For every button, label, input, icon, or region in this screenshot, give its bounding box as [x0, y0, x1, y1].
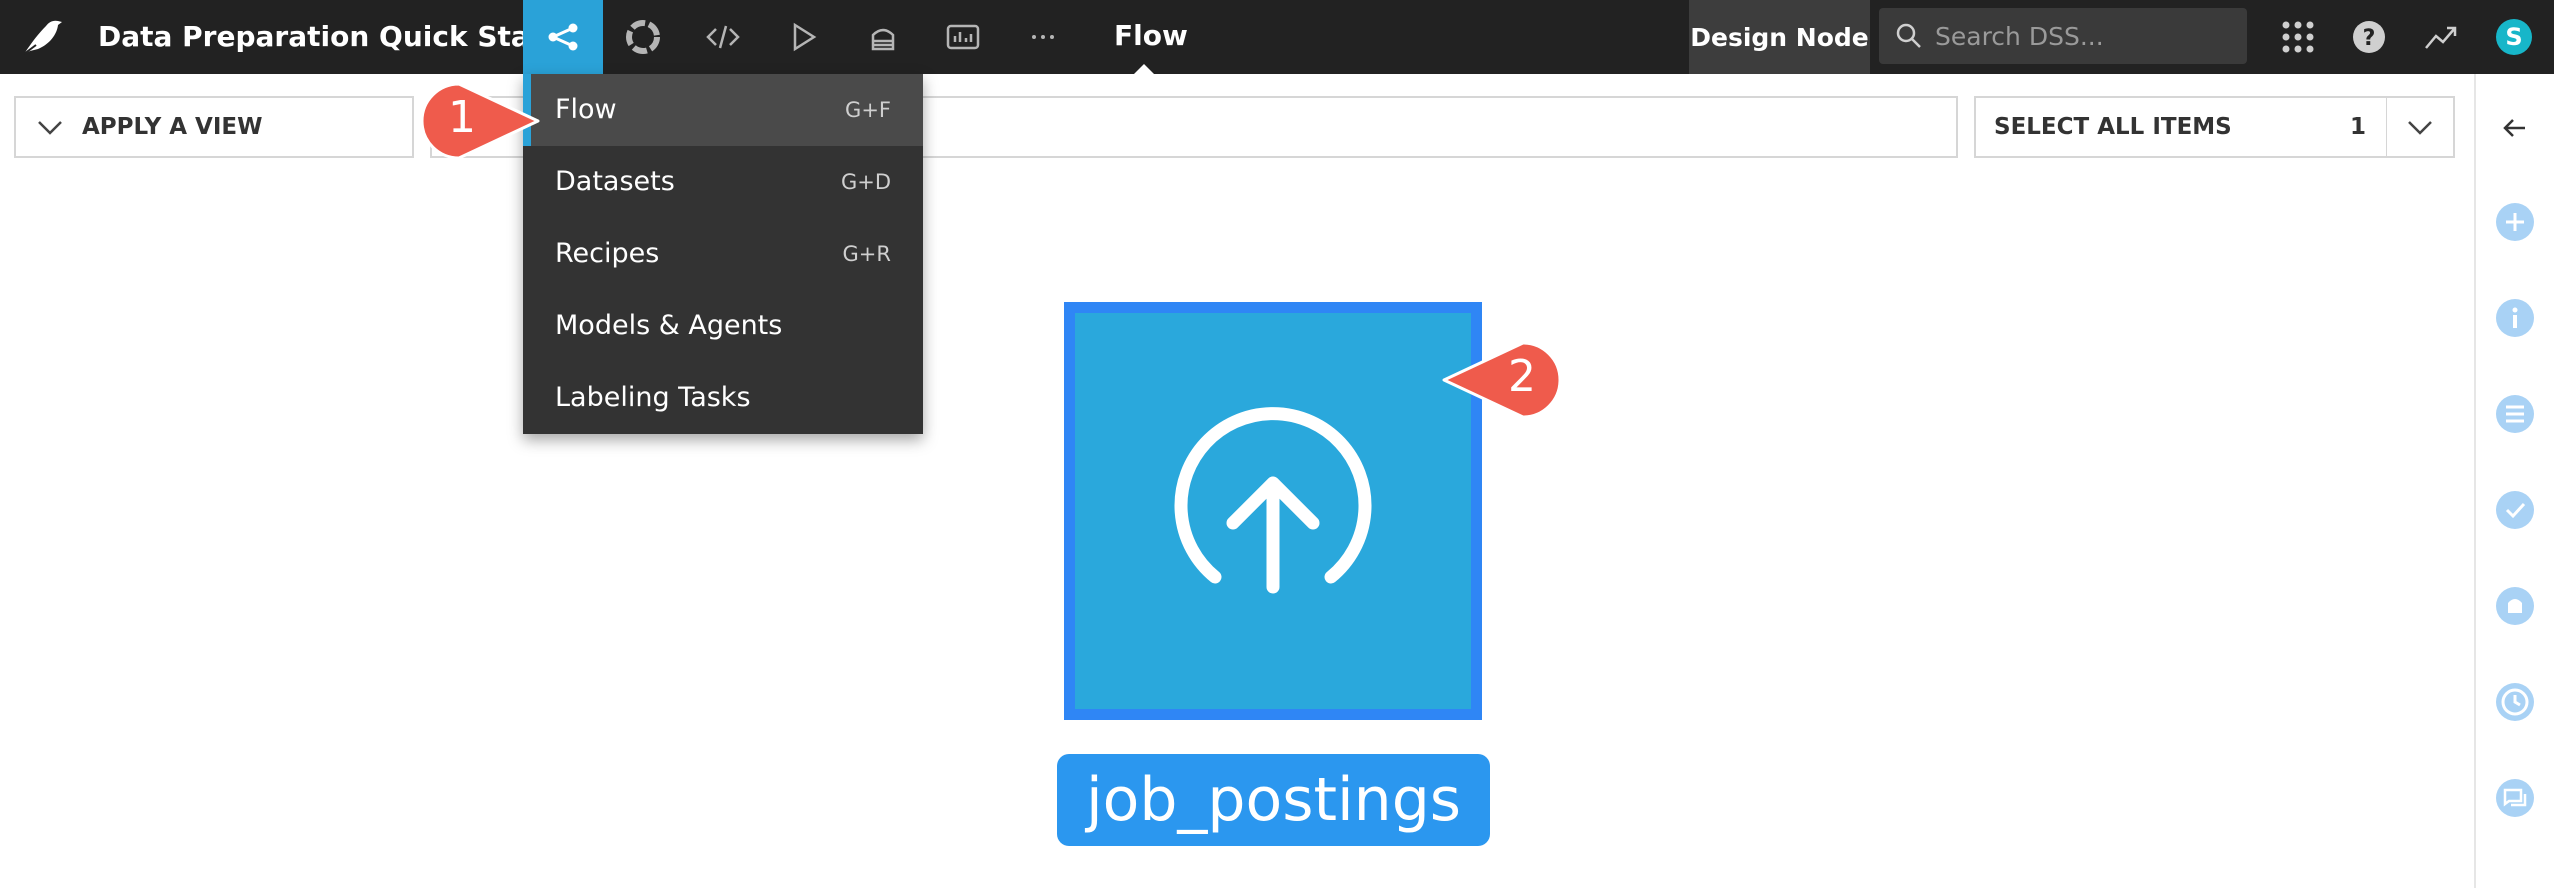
select-all-dropdown-toggle[interactable] — [2387, 96, 2455, 158]
callout-marker-2: 2 — [1428, 335, 1568, 425]
menu-item-label: Flow — [555, 94, 617, 125]
history-icon[interactable] — [2495, 682, 2535, 722]
trend-icon[interactable] — [2418, 14, 2464, 60]
dataset-name-label[interactable]: job_postings — [1057, 754, 1490, 846]
search-input[interactable] — [1935, 16, 2235, 56]
top-navigation-bar: Data Preparation Quick Start Flow Design… — [0, 0, 2554, 74]
collapse-arrow-icon[interactable] — [2495, 108, 2535, 148]
menu-item-label: Models & Agents — [555, 310, 783, 341]
info-icon[interactable] — [2495, 298, 2535, 338]
apps-grid-icon[interactable] — [2275, 14, 2321, 60]
menu-item-shortcut: G+F — [845, 98, 891, 122]
avatar[interactable]: S — [2496, 19, 2532, 55]
more-icon[interactable] — [1003, 0, 1083, 74]
menu-item-recipes[interactable]: Recipes G+R — [523, 218, 923, 290]
flow-icon[interactable] — [523, 0, 603, 74]
svg-text:?: ? — [2363, 26, 2376, 51]
menu-item-label: Datasets — [555, 166, 675, 197]
lab-icon[interactable] — [2495, 586, 2535, 626]
design-node-badge[interactable]: Design Node — [1689, 0, 1870, 74]
search-icon — [1896, 23, 1921, 48]
chevron-down-icon — [2408, 121, 2432, 135]
menu-item-models-agents[interactable]: Models & Agents — [523, 290, 923, 362]
lifecycle-icon[interactable] — [603, 0, 683, 74]
menu-item-datasets[interactable]: Datasets G+D — [523, 146, 923, 218]
project-title[interactable]: Data Preparation Quick Start — [98, 0, 557, 74]
chevron-down-icon — [38, 121, 62, 135]
add-icon[interactable] — [2495, 202, 2535, 242]
callout-shape — [420, 82, 540, 160]
right-side-panel — [2474, 74, 2554, 888]
apply-view-label: APPLY A VIEW — [82, 114, 263, 140]
apply-view-button[interactable]: APPLY A VIEW — [14, 96, 414, 158]
flow-menu-dropdown: Flow G+F Datasets G+D Recipes G+R Models… — [523, 74, 923, 434]
menu-item-flow[interactable]: Flow G+F — [523, 74, 923, 146]
upload-dataset-icon — [1174, 407, 1372, 594]
current-section-indicator — [1134, 64, 1154, 74]
menu-item-shortcut: G+R — [842, 242, 891, 266]
select-all-items-button[interactable]: SELECT ALL ITEMS 1 — [1974, 96, 2388, 158]
callout-marker-1: 1 — [414, 76, 554, 166]
global-search[interactable] — [1879, 8, 2247, 64]
callout-number: 1 — [448, 92, 476, 143]
bird-logo-icon[interactable] — [18, 12, 68, 62]
discussions-icon[interactable] — [2495, 778, 2535, 818]
check-icon[interactable] — [2495, 490, 2535, 530]
menu-item-labeling-tasks[interactable]: Labeling Tasks — [523, 362, 923, 434]
menu-item-shortcut: G+D — [840, 170, 891, 194]
callout-number: 2 — [1508, 351, 1536, 402]
select-all-label: SELECT ALL ITEMS — [1994, 114, 2232, 140]
schema-icon[interactable] — [2495, 394, 2535, 434]
dataset-node[interactable] — [1064, 302, 1482, 720]
callout-shape — [1442, 341, 1562, 419]
current-section-label: Flow — [1114, 19, 1188, 52]
menu-item-label: Recipes — [555, 238, 660, 269]
insights-icon[interactable] — [923, 0, 1003, 74]
code-icon[interactable] — [683, 0, 763, 74]
help-icon[interactable]: ? — [2346, 14, 2392, 60]
menu-item-label: Labeling Tasks — [555, 382, 751, 413]
selected-count: 1 — [2349, 114, 2366, 140]
run-icon[interactable] — [763, 0, 843, 74]
dashboard-stack-icon[interactable] — [843, 0, 923, 74]
